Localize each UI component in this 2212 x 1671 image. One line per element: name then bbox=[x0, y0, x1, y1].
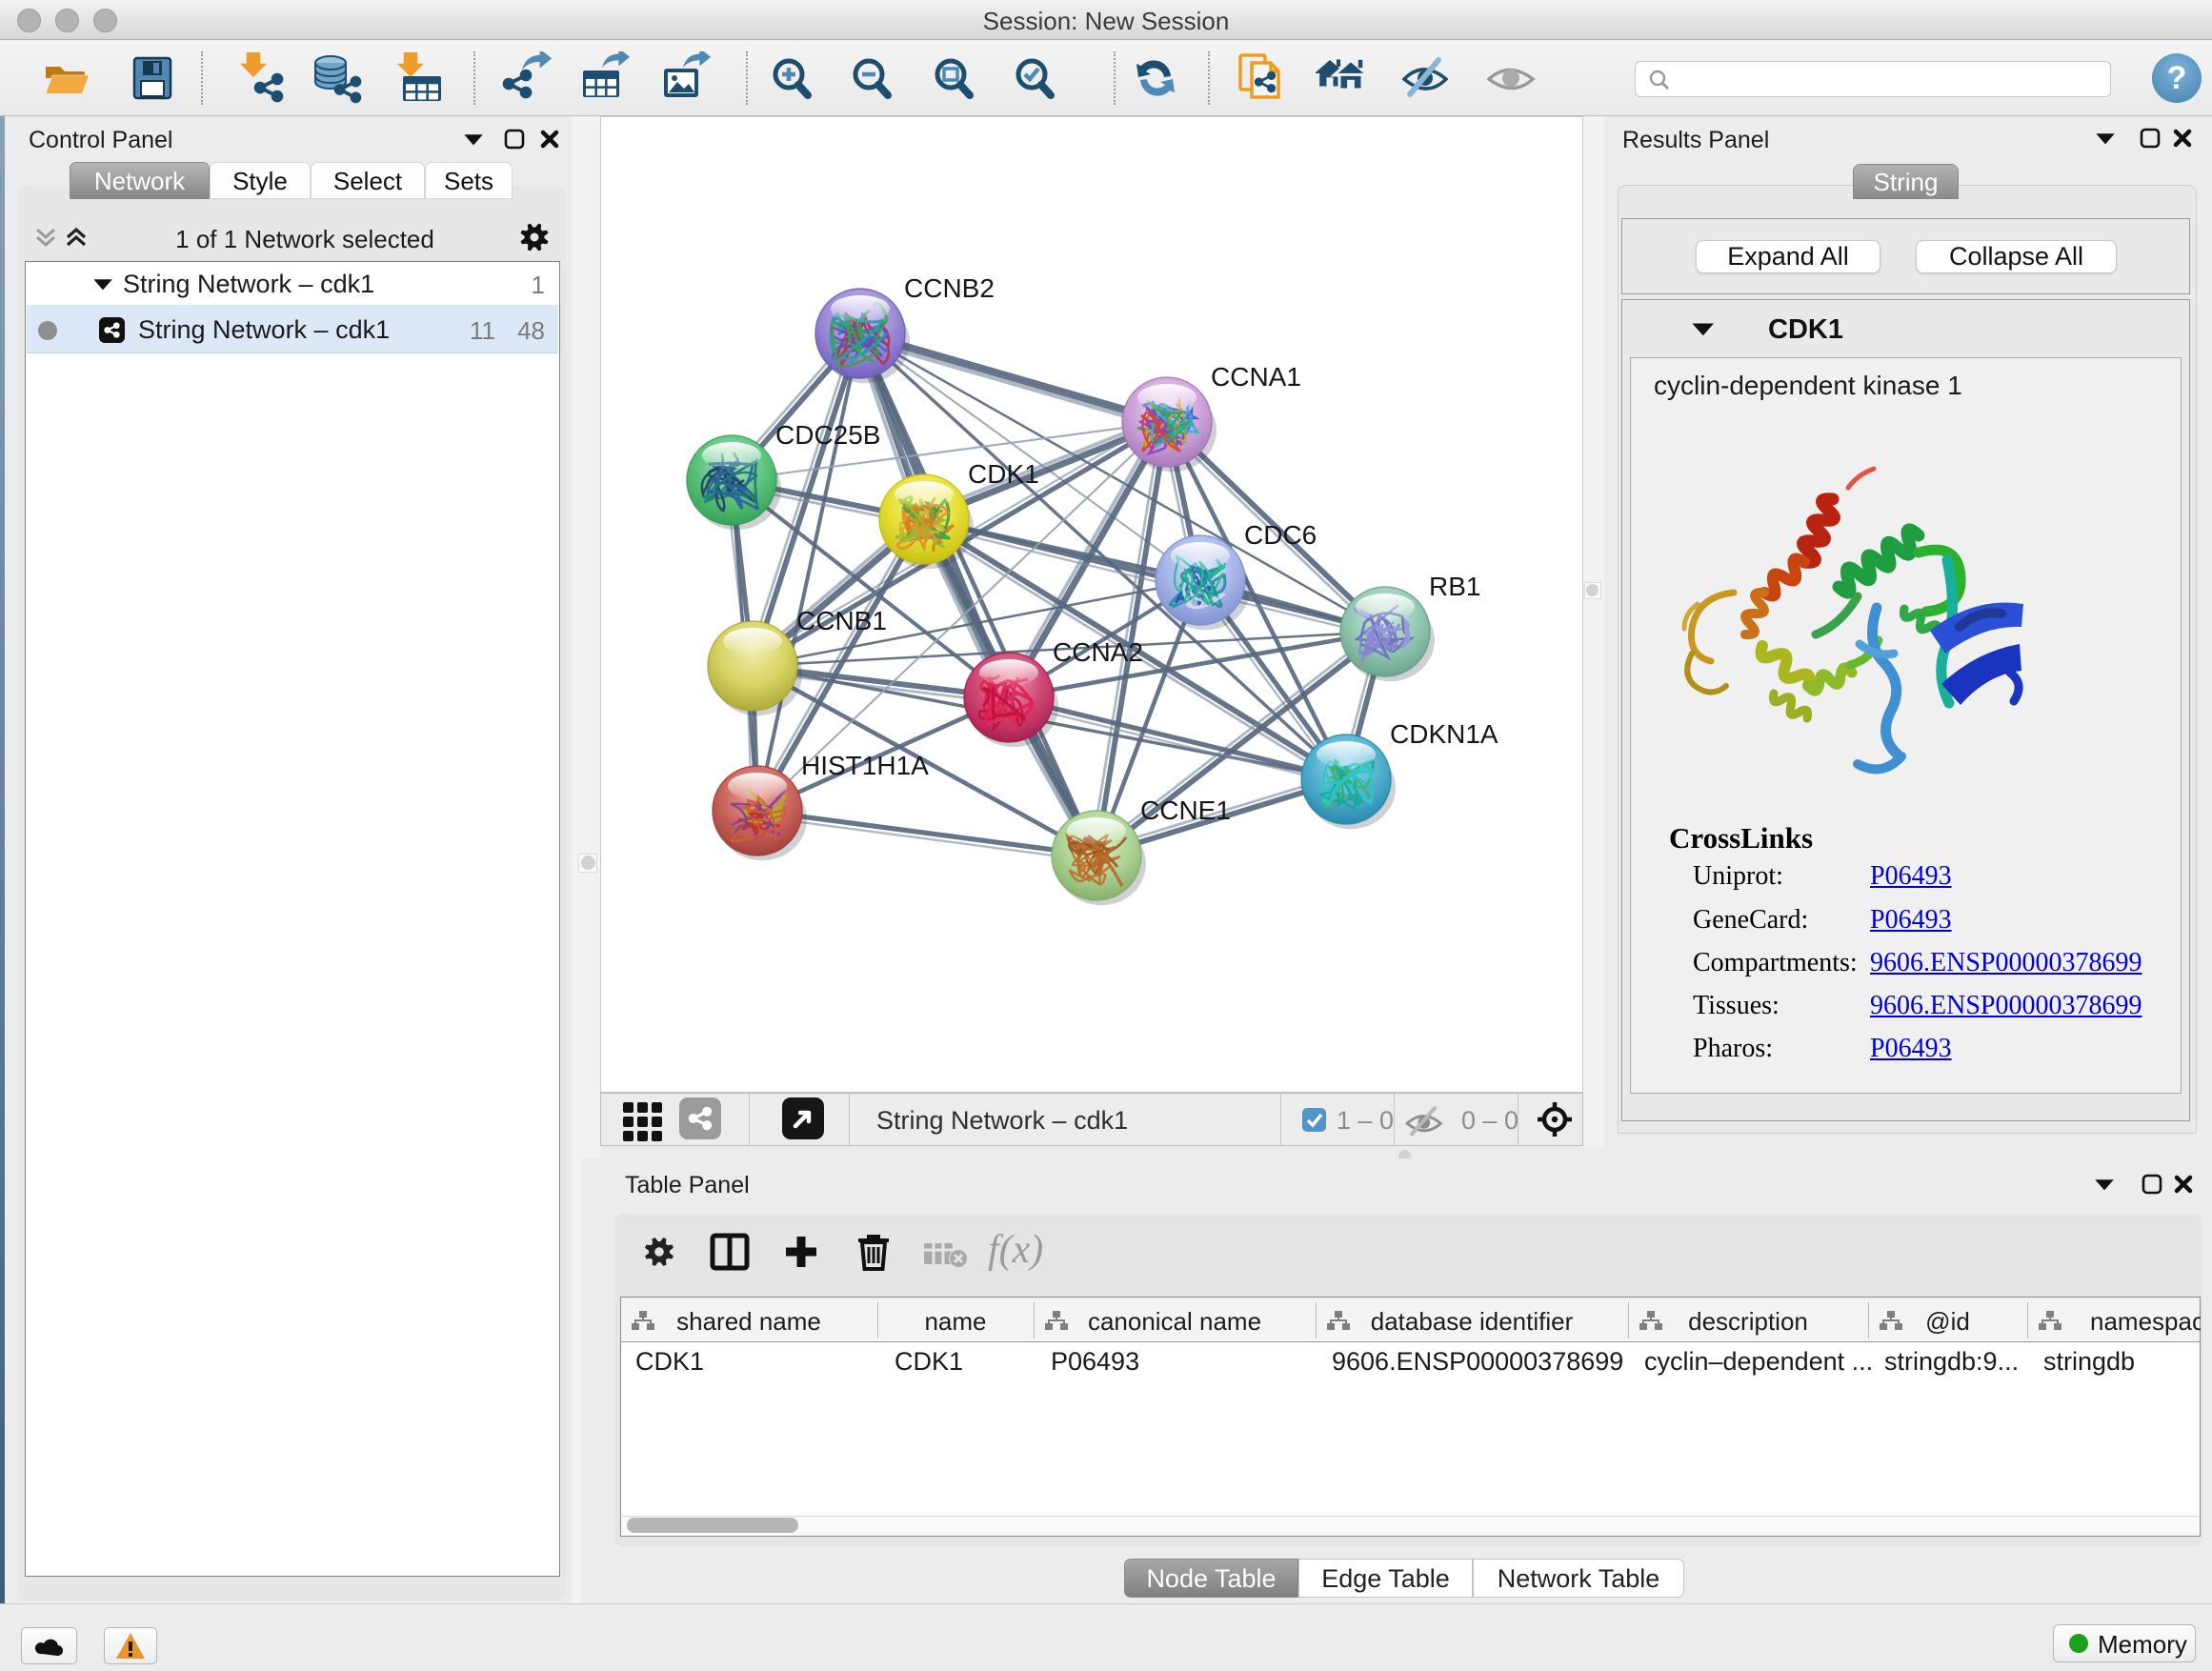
svg-text:HIST1H1A: HIST1H1A bbox=[801, 751, 929, 780]
svg-text:CCNB2: CCNB2 bbox=[904, 273, 995, 303]
svg-text:RB1: RB1 bbox=[1429, 572, 1480, 601]
svg-text:CDKN1A: CDKN1A bbox=[1390, 719, 1498, 749]
svg-text:CCNE1: CCNE1 bbox=[1140, 795, 1231, 825]
svg-text:CDK1: CDK1 bbox=[968, 459, 1039, 489]
svg-text:CCNB1: CCNB1 bbox=[796, 606, 887, 635]
svg-text:CCNA2: CCNA2 bbox=[1053, 637, 1143, 667]
svg-text:CCNA1: CCNA1 bbox=[1211, 362, 1301, 392]
svg-text:CDC6: CDC6 bbox=[1244, 520, 1317, 550]
svg-text:CDC25B: CDC25B bbox=[775, 420, 880, 450]
